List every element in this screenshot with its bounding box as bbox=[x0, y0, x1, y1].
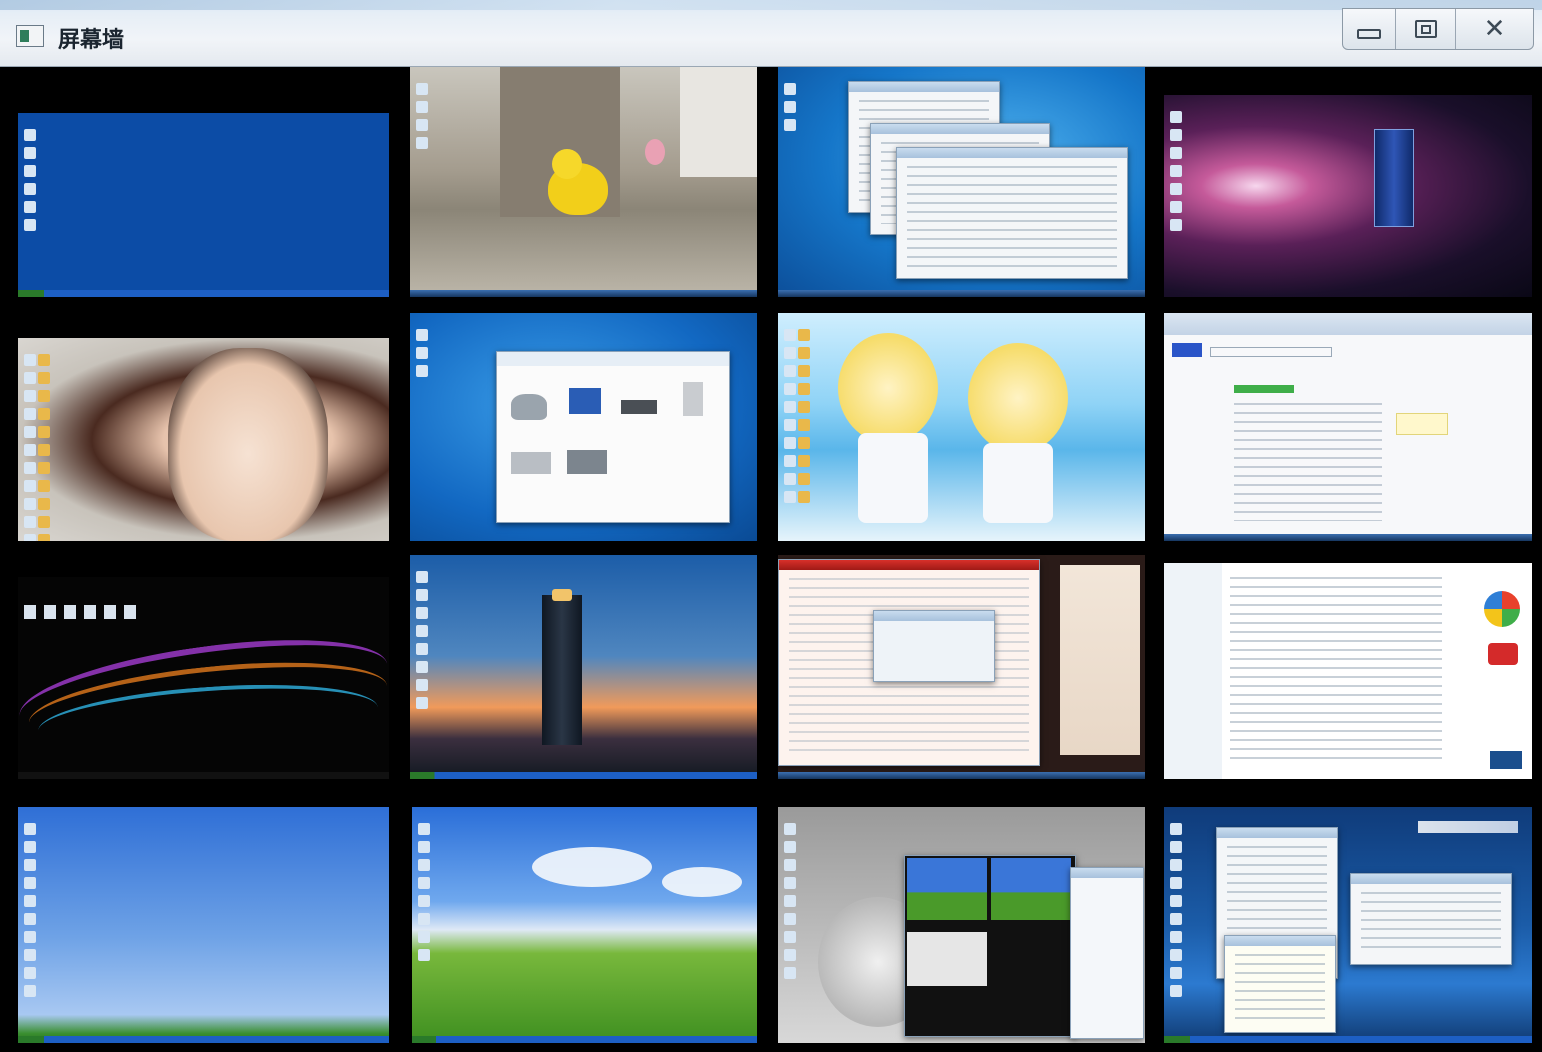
screen-tile[interactable] bbox=[1164, 95, 1532, 297]
screen-tile[interactable] bbox=[1164, 807, 1532, 1043]
screen-tile[interactable] bbox=[18, 113, 389, 297]
devices-window bbox=[496, 351, 730, 523]
title-bar[interactable]: 屏幕墙 ✕ bbox=[0, 0, 1542, 67]
page-text bbox=[1234, 403, 1382, 521]
lighthouse-lamp bbox=[552, 589, 572, 601]
device-icon bbox=[621, 400, 657, 414]
nested-tile bbox=[907, 858, 987, 920]
window-title: 屏幕墙 bbox=[58, 28, 125, 53]
taskbar bbox=[410, 772, 757, 779]
device-icon bbox=[683, 382, 703, 416]
anime-character bbox=[838, 333, 938, 443]
screen-tile[interactable] bbox=[410, 67, 757, 297]
window-controls: ✕ bbox=[1342, 8, 1534, 50]
desktop-icons bbox=[416, 817, 448, 967]
desktop-icons bbox=[22, 123, 54, 237]
taskbar bbox=[778, 290, 1145, 297]
lighthouse bbox=[542, 595, 582, 745]
nested-tile bbox=[991, 858, 1071, 920]
blue-police-box bbox=[1374, 129, 1414, 227]
app-icon bbox=[16, 25, 44, 47]
screen-tile[interactable] bbox=[778, 555, 1145, 779]
anime-body bbox=[858, 433, 928, 523]
maximize-icon bbox=[1414, 20, 1437, 38]
taskbar bbox=[778, 772, 1145, 779]
device-icon bbox=[511, 394, 547, 420]
taskbar bbox=[1164, 534, 1532, 541]
desktop-icons-row bbox=[24, 605, 144, 619]
nested-screen-wall bbox=[904, 855, 1076, 1037]
screen-tile[interactable] bbox=[1164, 563, 1532, 779]
desktop-icons bbox=[782, 323, 832, 509]
green-bar bbox=[1234, 385, 1294, 393]
desktop-icons bbox=[22, 348, 82, 541]
screen-tile[interactable] bbox=[778, 807, 1145, 1043]
cloud bbox=[532, 847, 652, 887]
settings-window bbox=[1350, 873, 1512, 965]
browser-toolbar bbox=[1164, 313, 1532, 335]
close-icon: ✕ bbox=[1483, 14, 1506, 44]
screen-grid bbox=[14, 67, 1542, 1052]
close-button[interactable]: ✕ bbox=[1455, 9, 1533, 49]
taskbar bbox=[18, 1036, 389, 1043]
note-box bbox=[1396, 413, 1448, 435]
screen-tile[interactable] bbox=[410, 313, 757, 541]
taskbar bbox=[412, 1036, 757, 1043]
screen-tile[interactable] bbox=[410, 555, 757, 779]
side-panel bbox=[1060, 565, 1140, 755]
desktop-icons bbox=[782, 817, 814, 985]
anime-body bbox=[983, 443, 1053, 523]
brand-text bbox=[1418, 821, 1518, 833]
taskbar bbox=[410, 290, 757, 297]
screen-wall-window: 屏幕墙 ✕ bbox=[0, 0, 1542, 1052]
minimize-icon bbox=[1357, 29, 1381, 39]
desktop-icons bbox=[414, 565, 446, 715]
screen-tile[interactable] bbox=[412, 807, 757, 1043]
side-window bbox=[1070, 867, 1144, 1039]
device-icon bbox=[511, 452, 551, 474]
cloud bbox=[662, 867, 742, 897]
badge bbox=[1490, 751, 1522, 769]
screen-tile[interactable] bbox=[18, 807, 389, 1043]
desktop-icons bbox=[1168, 105, 1200, 237]
portrait-face bbox=[168, 348, 328, 541]
screen-tile[interactable] bbox=[18, 338, 389, 541]
desktop-icons bbox=[1168, 817, 1200, 1003]
device-icon bbox=[567, 450, 607, 474]
taskbar bbox=[18, 772, 389, 779]
rubber-duck-head bbox=[552, 149, 582, 179]
screen-tile[interactable] bbox=[1164, 313, 1532, 541]
brand-logo bbox=[1488, 643, 1518, 665]
windows-logo bbox=[1484, 591, 1520, 627]
maximize-button[interactable] bbox=[1395, 9, 1455, 49]
desktop-icons bbox=[22, 817, 54, 1003]
left-nav bbox=[1164, 563, 1222, 779]
desktop-icons bbox=[782, 77, 814, 137]
screen-tile[interactable] bbox=[18, 577, 389, 779]
window bbox=[896, 147, 1128, 279]
screen-tile[interactable] bbox=[778, 67, 1145, 297]
desktop-icons bbox=[414, 323, 446, 383]
dialog-window bbox=[873, 610, 995, 682]
dialog-window bbox=[1224, 935, 1336, 1033]
wall-shape bbox=[680, 67, 757, 177]
nested-tile bbox=[907, 932, 987, 986]
page-header bbox=[1172, 343, 1202, 357]
anime-character bbox=[968, 343, 1068, 453]
search-box bbox=[1210, 347, 1332, 357]
device-icon bbox=[569, 388, 601, 414]
system-info-text bbox=[1230, 577, 1442, 765]
minimize-button[interactable] bbox=[1343, 9, 1395, 49]
flower bbox=[645, 139, 665, 165]
desktop-icons bbox=[414, 77, 446, 155]
taskbar bbox=[18, 290, 389, 297]
taskbar bbox=[1164, 1036, 1532, 1043]
screen-tile[interactable] bbox=[778, 313, 1145, 541]
